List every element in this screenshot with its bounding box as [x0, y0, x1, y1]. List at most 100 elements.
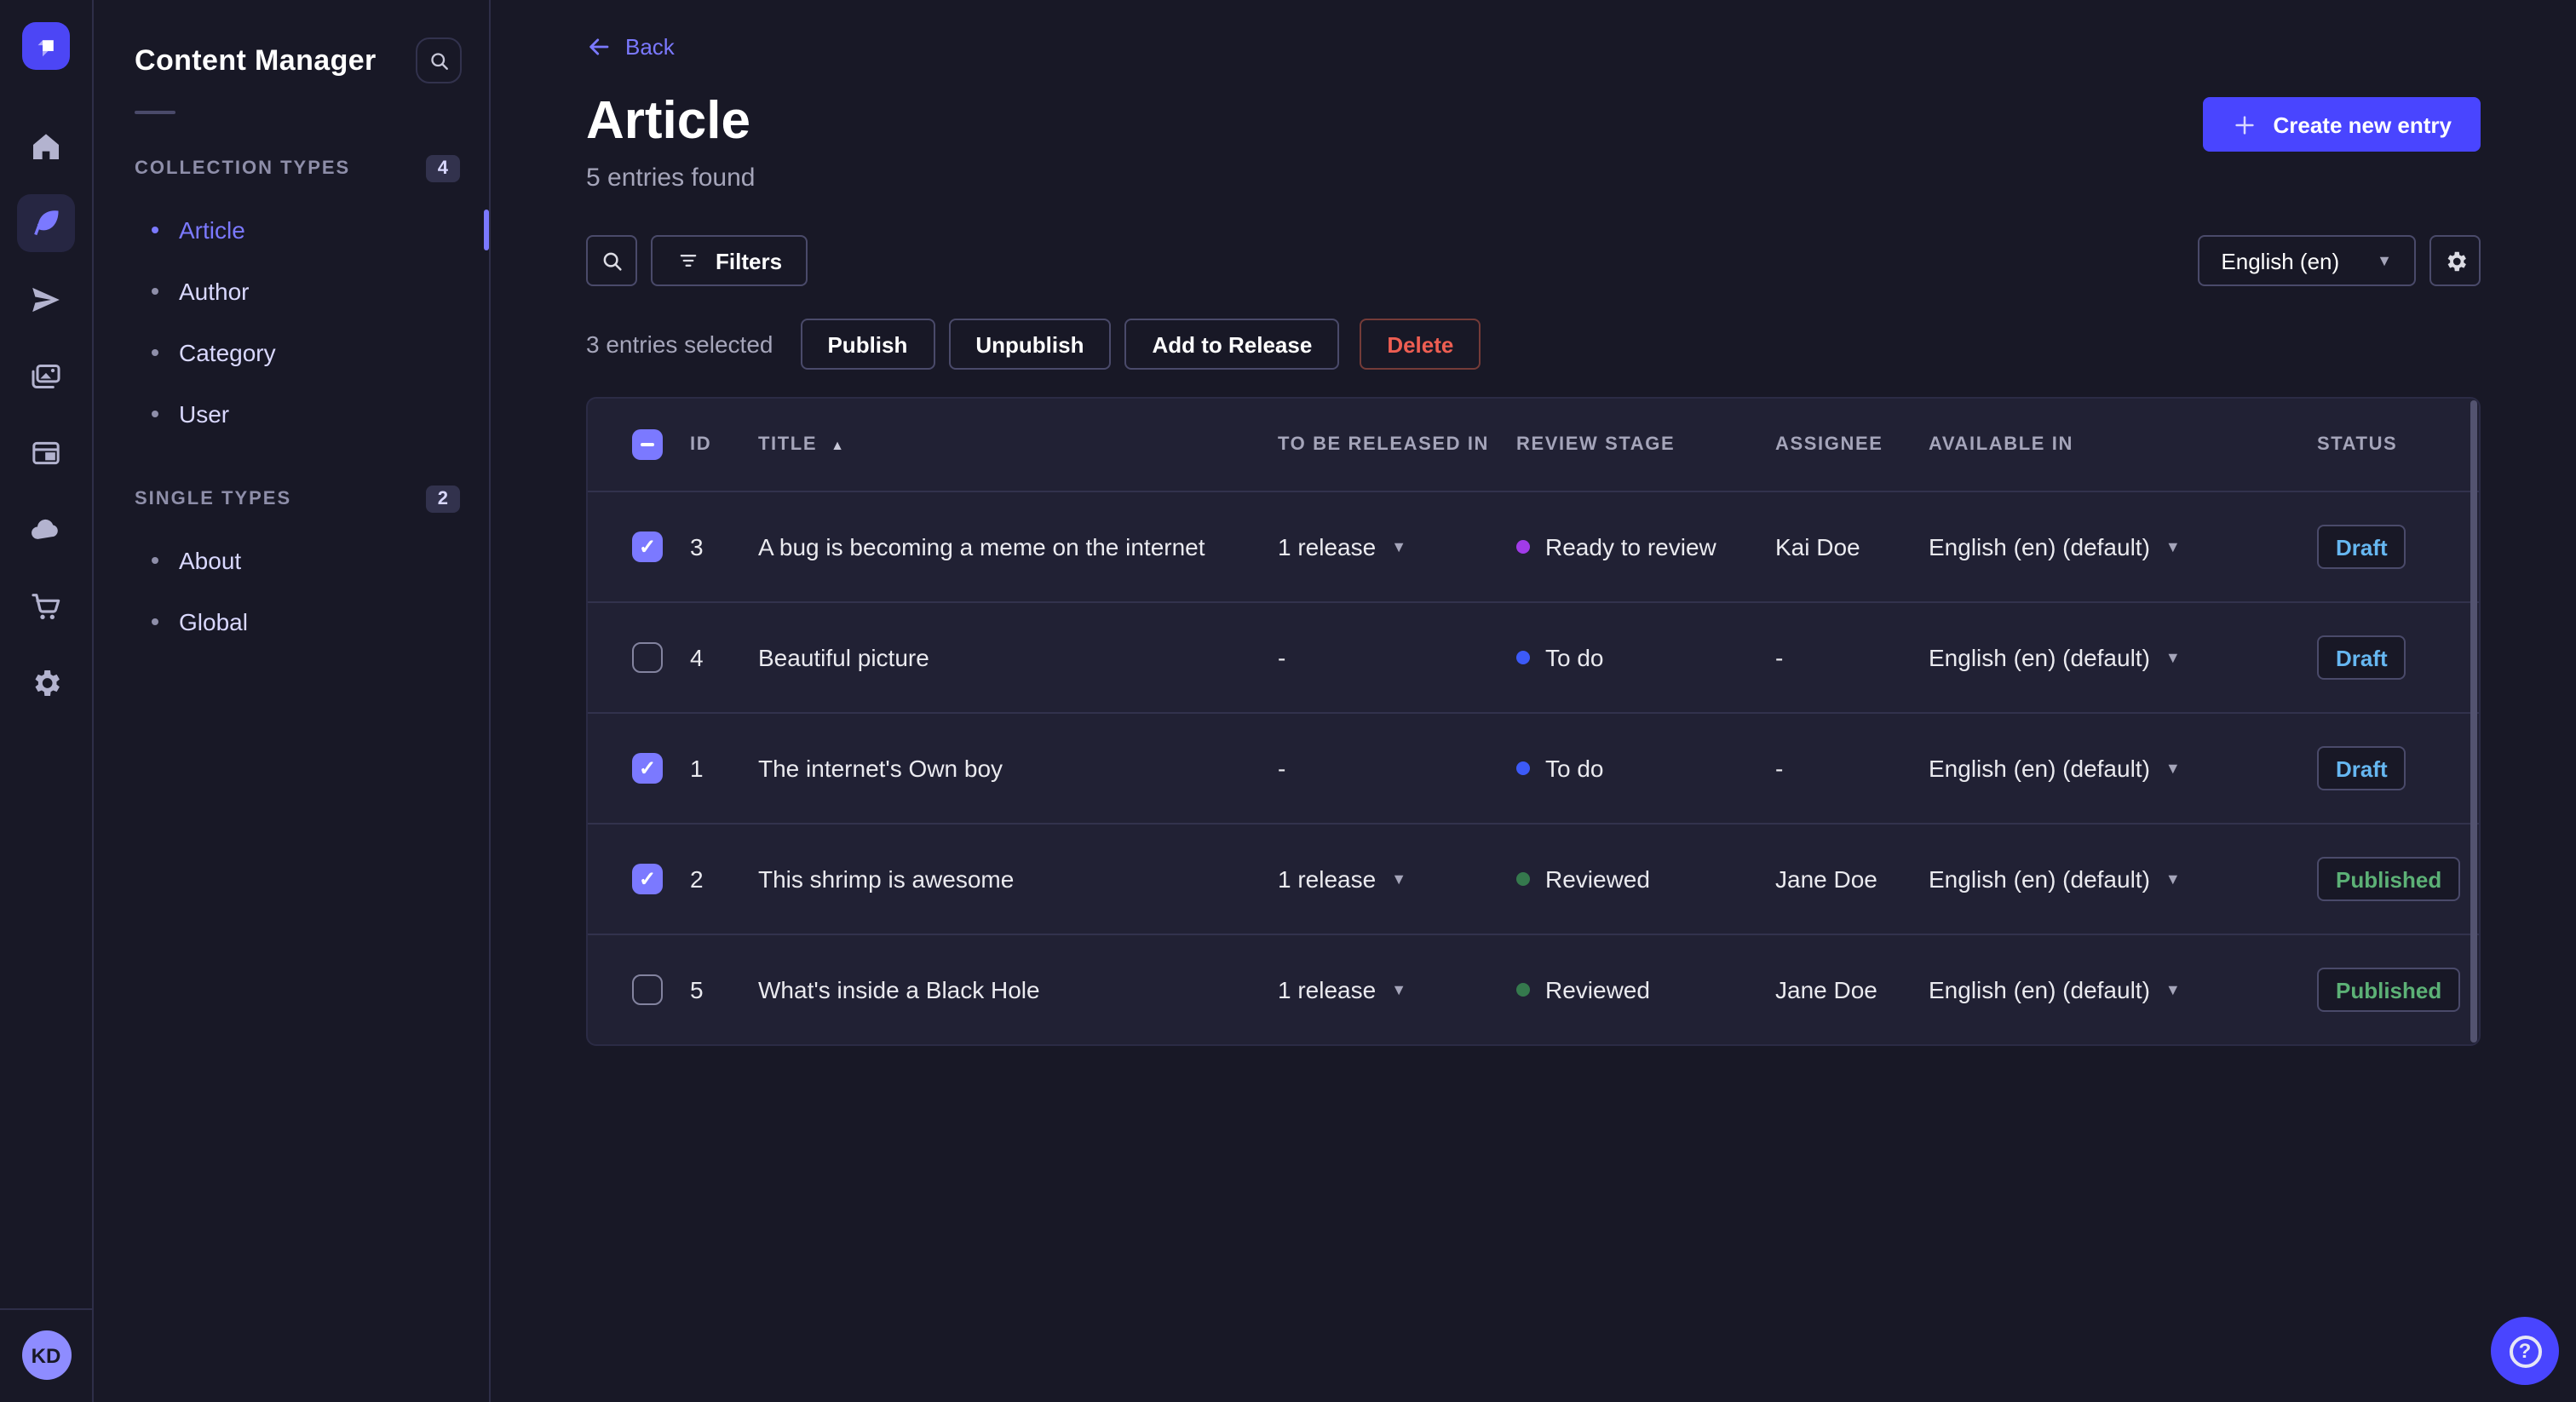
- sidebar-item-user[interactable]: User: [94, 383, 489, 445]
- cell-assignee: Jane Doe: [1775, 865, 1877, 893]
- unpublish-button[interactable]: Unpublish: [948, 319, 1112, 370]
- cell-title: A bug is becoming a meme on the internet: [758, 533, 1205, 560]
- cell-status: Published: [2317, 857, 2479, 901]
- cell-available-in[interactable]: English (en) (default) ▼: [1929, 976, 2317, 1003]
- chevron-down-icon[interactable]: ▼: [2165, 538, 2181, 554]
- single-types-section: SINGLE TYPES 2 About Global: [94, 482, 489, 652]
- row-checkbox[interactable]: [632, 531, 663, 562]
- cell-assignee: Jane Doe: [1775, 976, 1877, 1003]
- cell-available-in[interactable]: English (en) (default) ▼: [1929, 865, 2317, 893]
- cell-available-in[interactable]: English (en) (default) ▼: [1929, 533, 2317, 560]
- cloud-icon[interactable]: [17, 501, 75, 559]
- selection-bar: 3 entries selected Publish Unpublish Add t…: [491, 319, 2576, 370]
- cell-title: This shrimp is awesome: [758, 865, 1015, 893]
- add-to-release-button[interactable]: Add to Release: [1124, 319, 1340, 370]
- publish-button[interactable]: Publish: [800, 319, 935, 370]
- cell-review-stage: Reviewed: [1516, 976, 1775, 1003]
- chevron-down-icon[interactable]: ▼: [2165, 871, 2181, 887]
- stage-dot-icon: [1516, 761, 1530, 775]
- row-checkbox[interactable]: [632, 753, 663, 784]
- bullet-icon: [152, 411, 158, 417]
- user-avatar[interactable]: KD: [21, 1330, 71, 1380]
- table-scrollbar[interactable]: [2470, 400, 2477, 1043]
- table-row[interactable]: 4 Beautiful picture - ▼ To do - English …: [588, 601, 2479, 712]
- table-row[interactable]: 1 The internet's Own boy - ▼ To do - Eng…: [588, 712, 2479, 823]
- chevron-down-icon[interactable]: ▼: [1391, 871, 1406, 887]
- table-row[interactable]: 5 What's inside a Black Hole 1 release ▼…: [588, 934, 2479, 1044]
- chevron-down-icon[interactable]: ▼: [1391, 538, 1406, 554]
- table-row[interactable]: 2 This shrimp is awesome 1 release ▼ Rev…: [588, 823, 2479, 934]
- cell-status: Draft: [2317, 746, 2479, 790]
- search-icon: [602, 251, 621, 270]
- column-header-id[interactable]: ID: [690, 434, 758, 455]
- sidebar-search-button[interactable]: [416, 37, 462, 83]
- rail-footer: KD: [0, 1308, 92, 1402]
- status-badge: Published: [2317, 857, 2461, 901]
- cell-id: 5: [690, 976, 704, 1003]
- section-count-badge: 4: [425, 155, 460, 182]
- cell-release[interactable]: 1 release ▼: [1278, 865, 1516, 893]
- chevron-down-icon[interactable]: ▼: [2165, 649, 2181, 665]
- cell-release[interactable]: - ▼: [1278, 644, 1516, 671]
- search-button[interactable]: [586, 235, 637, 286]
- home-icon[interactable]: [17, 118, 75, 175]
- row-checkbox[interactable]: [632, 864, 663, 894]
- cell-status: Draft: [2317, 635, 2479, 680]
- list-toolbar: Filters English (en) ▼: [491, 235, 2576, 286]
- help-button[interactable]: ?: [2491, 1317, 2559, 1385]
- row-checkbox[interactable]: [632, 642, 663, 673]
- column-header-title[interactable]: TITLE ▲: [758, 434, 1278, 455]
- locale-select[interactable]: English (en) ▼: [2197, 235, 2416, 286]
- delete-button[interactable]: Delete: [1360, 319, 1481, 370]
- sidebar-item-author[interactable]: Author: [94, 261, 489, 322]
- create-new-entry-button[interactable]: Create new entry: [2203, 97, 2481, 152]
- stage-dot-icon: [1516, 540, 1530, 554]
- app-window: KD Content Manager COLLECTION TYPES 4 Ar…: [0, 0, 2576, 1402]
- status-badge: Draft: [2317, 525, 2406, 569]
- table-header-row: ID TITLE ▲ TO BE RELEASED IN REVIEW STAG…: [588, 399, 2479, 491]
- bullet-icon: [152, 349, 158, 356]
- nav-rail: KD: [0, 0, 94, 1402]
- cell-release[interactable]: 1 release ▼: [1278, 533, 1516, 560]
- question-icon: ?: [2509, 1335, 2541, 1367]
- media-library-icon[interactable]: [17, 348, 75, 405]
- back-link[interactable]: Back: [586, 34, 675, 60]
- content-manager-icon[interactable]: [17, 194, 75, 252]
- entries-table: ID TITLE ▲ TO BE RELEASED IN REVIEW STAG…: [586, 397, 2481, 1046]
- marketplace-icon[interactable]: [17, 577, 75, 635]
- select-all-checkbox[interactable]: [632, 429, 663, 460]
- cell-release[interactable]: - ▼: [1278, 755, 1516, 782]
- column-header-available-in[interactable]: AVAILABLE IN: [1929, 434, 2317, 455]
- chevron-down-icon[interactable]: ▼: [2165, 981, 2181, 997]
- content-type-builder-icon[interactable]: [17, 424, 75, 482]
- chevron-down-icon[interactable]: ▼: [1391, 981, 1406, 997]
- column-header-assignee[interactable]: ASSIGNEE: [1775, 434, 1929, 455]
- sidebar-item-global[interactable]: Global: [94, 591, 489, 652]
- cell-available-in[interactable]: English (en) (default) ▼: [1929, 644, 2317, 671]
- section-item-list: About Global: [94, 530, 489, 652]
- chevron-down-icon[interactable]: ▼: [2165, 760, 2181, 776]
- sidebar-item-article[interactable]: Article: [94, 199, 489, 261]
- row-checkbox[interactable]: [632, 974, 663, 1005]
- table-row[interactable]: 3 A bug is becoming a meme on the intern…: [588, 491, 2479, 601]
- column-header-to-be-released-in[interactable]: TO BE RELEASED IN: [1278, 434, 1516, 455]
- selection-summary: 3 entries selected: [586, 330, 773, 358]
- sidebar-item-label: Article: [179, 216, 245, 244]
- sidebar-item-label: User: [179, 400, 230, 428]
- sort-ascending-icon[interactable]: ▲: [831, 437, 845, 452]
- section-label: SINGLE TYPES: [135, 489, 292, 509]
- sidebar-item-category[interactable]: Category: [94, 322, 489, 383]
- cell-assignee: -: [1775, 755, 1784, 782]
- sidebar-item-about[interactable]: About: [94, 530, 489, 591]
- cell-review-stage: Reviewed: [1516, 865, 1775, 893]
- cell-available-in[interactable]: English (en) (default) ▼: [1929, 755, 2317, 782]
- releases-icon[interactable]: [17, 271, 75, 329]
- filter-icon: [680, 255, 697, 267]
- column-header-status[interactable]: STATUS: [2317, 434, 2479, 455]
- cell-release[interactable]: 1 release ▼: [1278, 976, 1516, 1003]
- settings-icon[interactable]: [17, 654, 75, 712]
- column-header-review-stage[interactable]: REVIEW STAGE: [1516, 434, 1775, 455]
- view-settings-button[interactable]: [2429, 235, 2481, 286]
- filters-button[interactable]: Filters: [651, 235, 808, 286]
- cell-assignee: -: [1775, 644, 1784, 671]
